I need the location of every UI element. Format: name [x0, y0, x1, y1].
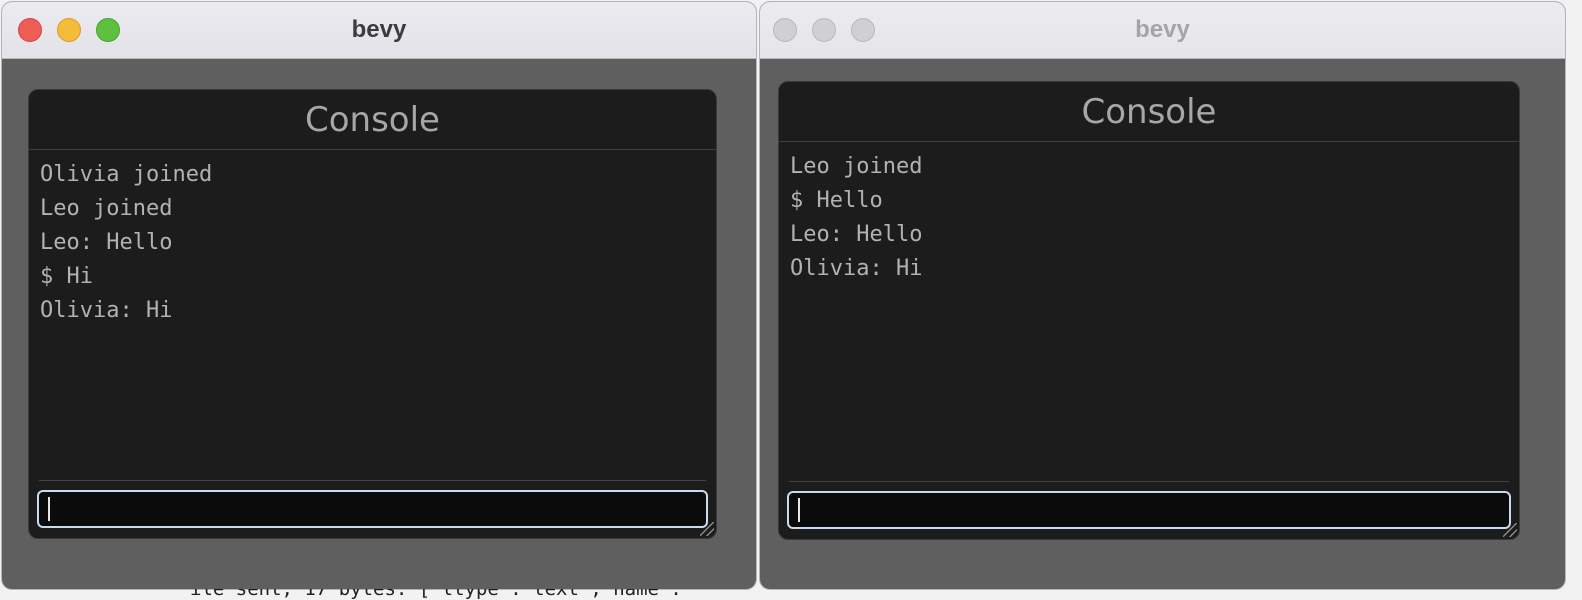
console-header: Console [779, 82, 1519, 142]
text-caret [798, 498, 800, 522]
input-divider [39, 480, 706, 481]
console-log: Leo joined $ Hello Leo: Hello Olivia: Hi [779, 142, 1519, 286]
console-title: Console [305, 99, 440, 140]
bevy-window-right[interactable]: bevy Console Leo joined $ Hello Leo: Hel… [760, 2, 1565, 589]
window-title: bevy [351, 16, 407, 43]
log-line: $ Hello [790, 188, 883, 213]
console-header: Console [29, 90, 716, 150]
log-line: $ Hi [40, 264, 93, 289]
log-line: Leo joined [40, 196, 173, 221]
log-line: Leo: Hello [790, 222, 923, 247]
log-line: Olivia: Hi [790, 256, 923, 281]
log-line: Olivia joined [40, 162, 213, 187]
console-title: Console [1081, 91, 1217, 132]
input-divider [789, 481, 1509, 482]
console-panel: Console Leo joined $ Hello Leo: Hello Ol… [778, 81, 1520, 540]
log-line: Leo: Hello [40, 230, 173, 255]
log-line: Olivia: Hi [40, 298, 173, 323]
resize-grip-icon[interactable] [1503, 523, 1517, 537]
log-line: Leo joined [790, 154, 923, 179]
console-input[interactable] [787, 491, 1511, 529]
window-title: bevy [1135, 16, 1190, 43]
text-caret [48, 497, 50, 521]
title-bar[interactable]: bevy [760, 2, 1565, 59]
resize-grip-icon[interactable] [700, 522, 714, 536]
console-input[interactable] [37, 490, 708, 528]
bevy-window-left[interactable]: bevy Console Olivia joined Leo joined Le… [2, 2, 756, 589]
console-panel: Console Olivia joined Leo joined Leo: He… [28, 89, 717, 539]
title-bar[interactable]: bevy [2, 2, 756, 59]
console-log: Olivia joined Leo joined Leo: Hello $ Hi… [29, 150, 716, 328]
